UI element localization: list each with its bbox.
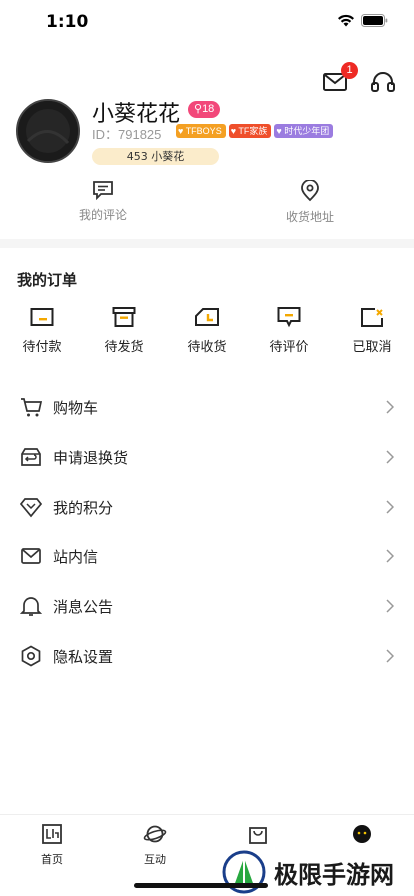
shop-bag-icon [249, 827, 267, 844]
cart-icon [21, 398, 42, 417]
tag-tf-family: ♥ TF家族 [228, 124, 272, 138]
points-pill[interactable]: 453 小葵花 [92, 148, 219, 165]
comment-icon [93, 181, 113, 201]
tag-shidai: ♥ 时代少年团 [274, 124, 334, 138]
user-id: ID：791825 [92, 127, 162, 142]
location-icon [301, 179, 319, 202]
section-divider [0, 239, 414, 248]
tab-profile[interactable] [332, 823, 392, 851]
status-bar: 1:10 [0, 0, 414, 46]
tag-tfboys: ♥ TFBOYS [176, 124, 226, 138]
my-comments-link[interactable]: 我的评论 [53, 180, 153, 223]
chevron-right-icon [386, 649, 394, 663]
tab-home[interactable]: 首页 [22, 823, 82, 867]
box-icon [112, 307, 136, 327]
orders-title: 我的订单 [17, 271, 78, 289]
tab-shop[interactable] [228, 823, 288, 851]
message-badge: 1 [341, 62, 358, 79]
fan-tags: ♥ TFBOYS ♥ TF家族 ♥ 时代少年团 [176, 124, 334, 138]
level-badge: ⚲18 [188, 101, 221, 118]
order-pending-receipt[interactable]: 待收货 [177, 306, 237, 355]
customer-service-button[interactable] [370, 70, 396, 96]
chevron-right-icon [386, 400, 394, 414]
status-time: 1:10 [46, 12, 89, 32]
profile-face-icon [353, 825, 371, 843]
order-pending-payment[interactable]: 待付款 [12, 306, 72, 355]
order-pending-shipment[interactable]: 待发货 [94, 306, 154, 355]
wallet-icon [30, 308, 54, 326]
order-pending-review[interactable]: 待评价 [259, 306, 319, 355]
menu-inbox[interactable]: 站内信 [0, 531, 414, 581]
message-button[interactable]: 1 [322, 62, 358, 96]
wifi-icon [338, 14, 354, 27]
order-cancelled[interactable]: 已取消 [342, 306, 402, 355]
menu-privacy-settings[interactable]: 隐私设置 [0, 631, 414, 681]
headset-icon [371, 72, 395, 92]
avatar-image [18, 101, 78, 161]
mail-icon [21, 548, 41, 564]
watermark-logo: 极限手游网 [222, 848, 414, 896]
review-icon [277, 307, 301, 328]
avatar[interactable] [16, 99, 80, 163]
chevron-right-icon [386, 500, 394, 514]
chevron-right-icon [386, 549, 394, 563]
settings-icon [21, 645, 41, 667]
home-indicator [134, 883, 268, 888]
menu-announcements[interactable]: 消息公告 [0, 581, 414, 631]
menu-shopping-cart[interactable]: 购物车 [0, 382, 414, 432]
menu-return-exchange[interactable]: 申请退换货 [0, 432, 414, 482]
battery-icon [361, 14, 388, 27]
diamond-icon [20, 498, 42, 518]
home-icon [42, 824, 62, 844]
shipping-address-link[interactable]: 收货地址 [260, 179, 360, 225]
return-icon [21, 448, 41, 466]
menu-my-points[interactable]: 我的积分 [0, 482, 414, 532]
bell-icon [20, 597, 42, 616]
cancelled-icon [361, 308, 383, 327]
chevron-right-icon [386, 450, 394, 464]
tab-interaction[interactable]: 互动 [125, 823, 185, 867]
planet-icon [143, 825, 167, 843]
chevron-right-icon [386, 599, 394, 613]
truck-icon [195, 308, 219, 326]
